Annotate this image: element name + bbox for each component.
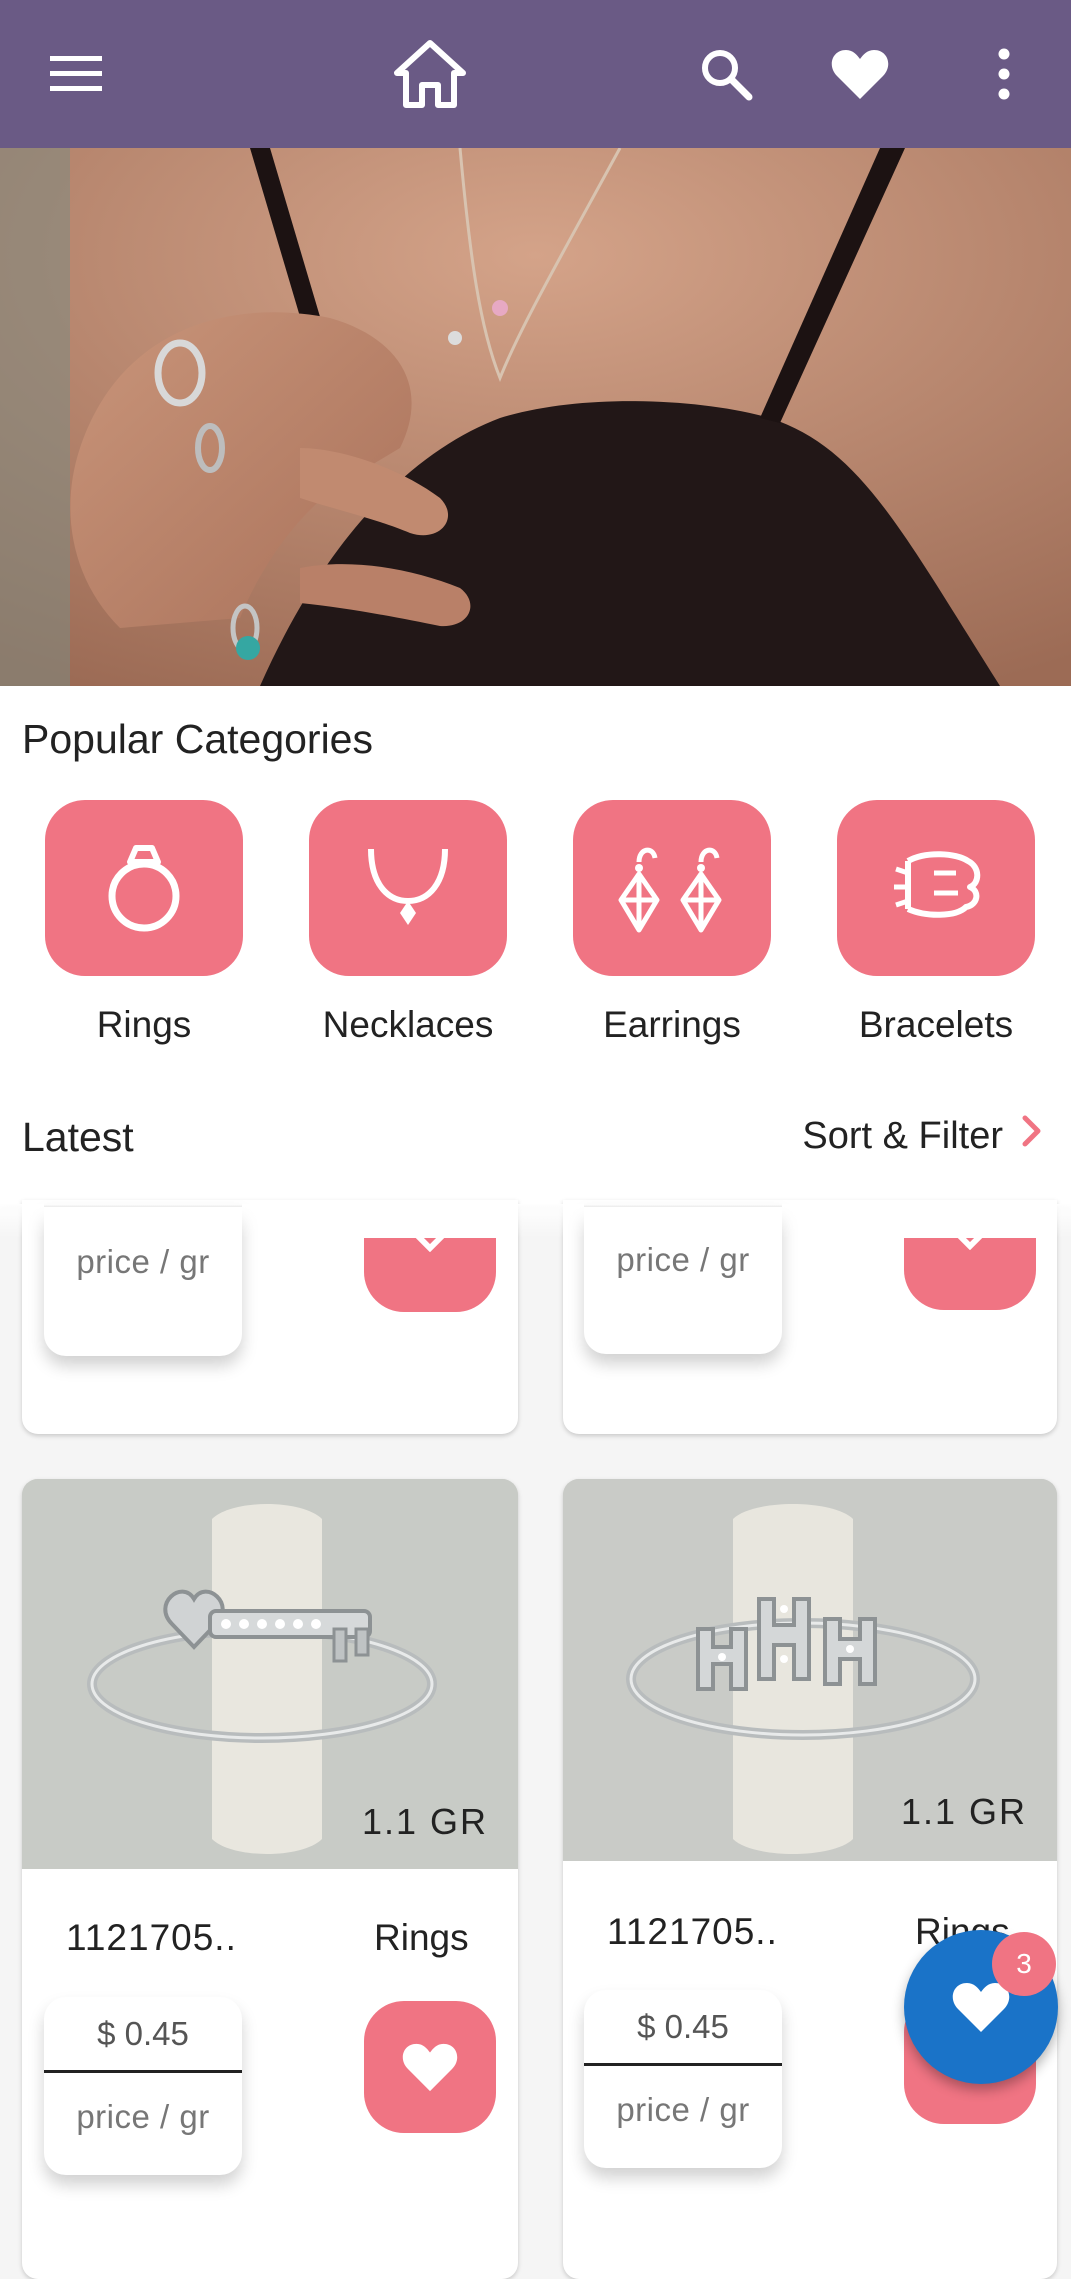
ring-icon[interactable] [45,800,243,976]
sort-filter-button[interactable]: Sort & Filter [802,1114,1043,1158]
search-icon[interactable] [686,34,766,114]
sort-filter-label: Sort & Filter [802,1114,1003,1157]
heart-icon [402,2043,458,2092]
product-code: 1121705.. [607,1911,778,1952]
price-unit: price / gr [616,2091,750,2128]
favorite-button[interactable] [364,2001,496,2133]
home-icon[interactable] [390,34,470,114]
category-label: Earrings [603,1004,741,1045]
popular-categories-title: Popular Categories [22,716,373,762]
category-earrings[interactable]: Earrings [572,800,772,1046]
product-weight: 1.1 GR [901,1791,1028,1832]
product-category: Rings [374,1917,469,1958]
menu-icon[interactable] [36,34,116,114]
category-label: Bracelets [858,1004,1014,1045]
app-bar [0,0,1071,148]
earrings-icon[interactable] [573,800,771,976]
category-rings[interactable]: Rings [44,800,244,1046]
hero-banner-image[interactable] [0,148,1071,686]
product-weight: 1.1 GR [362,1801,489,1842]
latest-title: Latest [22,1114,134,1160]
price-unit: price / gr [76,2098,210,2135]
price-box: $ 0.45 price / gr [44,1997,242,2175]
chevron-right-icon [1021,1114,1043,1158]
category-label: Rings [96,1004,192,1045]
favorites-count-badge: 3 [992,1932,1056,1996]
product-price: $ 0.45 [584,1990,782,2066]
bracelet-icon[interactable] [837,800,1035,976]
category-necklaces[interactable]: Necklaces [308,800,508,1046]
heart-icon[interactable] [820,34,900,114]
price-box: $ 0.45 price / gr [584,1990,782,2168]
scroll-fade [0,1204,1071,1238]
category-bracelets[interactable]: Bracelets [836,800,1036,1046]
category-label: Necklaces [322,1004,494,1045]
more-vert-icon[interactable] [964,34,1044,114]
necklace-icon[interactable] [309,800,507,976]
product-code: 1121705.. [66,1917,237,1958]
product-price: $ 0.45 [44,1997,242,2073]
